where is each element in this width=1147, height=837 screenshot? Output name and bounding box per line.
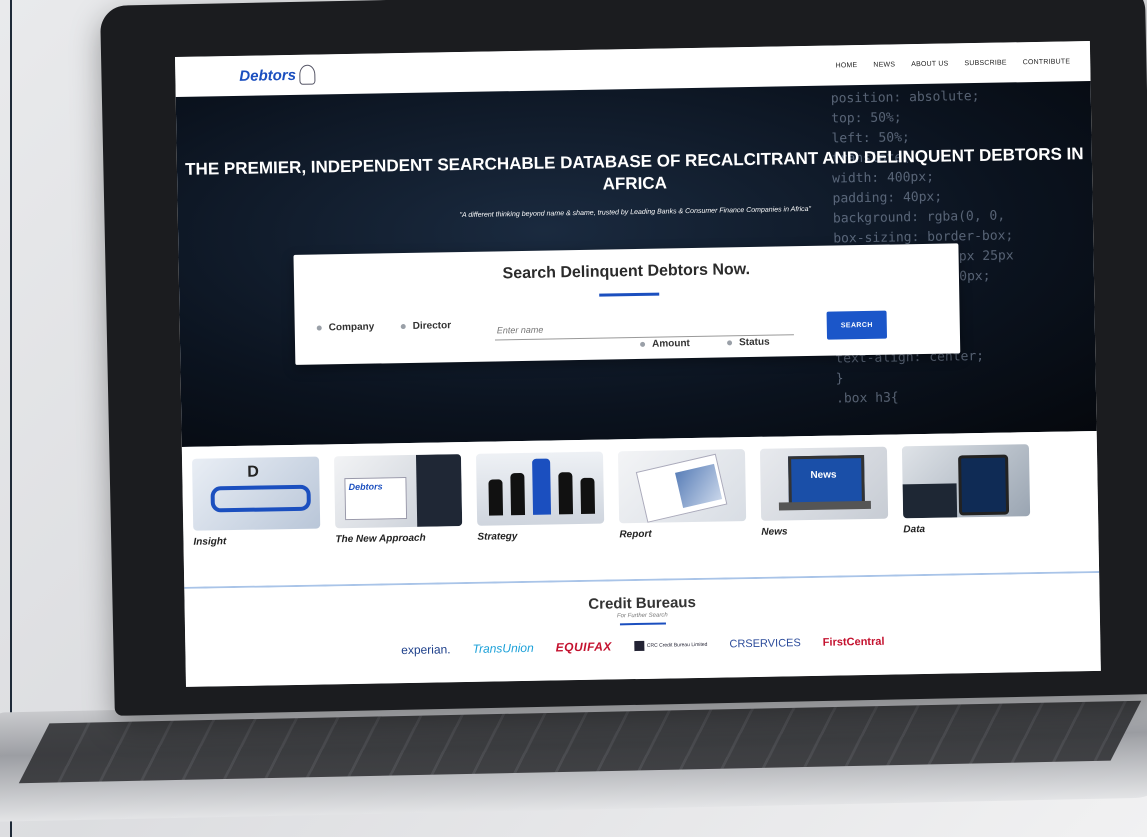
logo-text: Debtors [239,66,297,85]
card-news-label: News [761,526,788,538]
nav-about-us[interactable]: ABOUT US [911,60,948,68]
report-icon [617,449,747,524]
glasses-icon: D [192,456,321,531]
credit-bureaus-section: Credit Bureaus For Further Search experi… [184,572,1101,687]
nav-subscribe[interactable]: SUBSCRIBE [964,59,1006,67]
radio-director[interactable]: Director [400,320,452,332]
crc-logo-text: CRC Credit Bureau Limited [646,641,708,649]
equifax-logo[interactable]: EQUIFAX [556,639,612,654]
search-title-underline [599,292,660,297]
nav-news[interactable]: NEWS [873,61,895,68]
search-title: Search Delinquent Debtors Now. [502,260,751,283]
firstcentral-logo[interactable]: FirstCentral [823,636,885,649]
radio-status[interactable]: Status [727,337,770,349]
code-line: .box h3{ [835,390,899,407]
experian-logo[interactable]: experian. [401,642,451,657]
radio-director-label: Director [412,320,452,332]
bureaus-underline [619,622,666,626]
search-card: Search Delinquent Debtors Now. Company D… [293,243,961,365]
africa-map-icon [298,64,316,85]
radio-amount-label: Amount [651,338,690,350]
chess-icon [475,451,605,526]
radio-company-label: Company [328,321,375,334]
card-data-label: Data [903,523,926,536]
card-news[interactable]: News News [759,446,889,577]
radio-amount[interactable]: Amount [640,338,690,350]
laptop-news-icon: News [759,446,889,521]
crservices-logo[interactable]: CRSERVICES [729,637,801,650]
radio-dot-icon [316,325,322,331]
transunion-logo[interactable]: TransUnion [472,641,533,656]
newspaper-icon: Debtors [333,454,463,529]
radio-dot-icon [400,324,406,330]
radio-status-label: Status [738,336,770,349]
card-strategy[interactable]: Strategy [475,451,605,582]
card-strategy-label: Strategy [477,531,518,543]
radio-dot-icon [640,341,646,347]
card-new-approach[interactable]: Debtors The New Approach [333,454,463,584]
card-insight-label: Insight [193,536,227,548]
card-report-label: Report [619,528,652,541]
crc-mark-icon [633,640,644,652]
feature-cards: D Insight Debtors The New Approach Strat… [181,430,1100,587]
radio-company[interactable]: Company [316,321,375,334]
crc-logo[interactable]: CRC Credit Bureau Limited [633,640,708,652]
card-insight[interactable]: D Insight [192,456,321,587]
card-new-approach-label: The New Approach [335,532,426,546]
bureau-logos: experian. TransUnion EQUIFAX CRC Credit … [185,631,1100,661]
nav-home[interactable]: HOME [836,62,858,69]
nav-contribute[interactable]: CONTRIBUTE [1023,58,1071,66]
debtors-logo[interactable]: Debtors [239,64,316,86]
hero-section: position: absolute; top: 50%; left: 50%; tr… [175,81,1097,447]
tablet-data-icon [901,444,1031,519]
card-data[interactable]: Data [901,444,1031,574]
nav-links: HOME NEWS ABOUT US SUBSCRIBE CONTRIBUTE [836,58,1071,69]
search-button[interactable]: SEARCH [826,310,888,340]
website-screen: Debtors HOME NEWS ABOUT US SUBSCRIBE CON… [175,41,1101,687]
card-report[interactable]: Report [617,449,747,579]
radio-dot-icon [727,340,733,346]
